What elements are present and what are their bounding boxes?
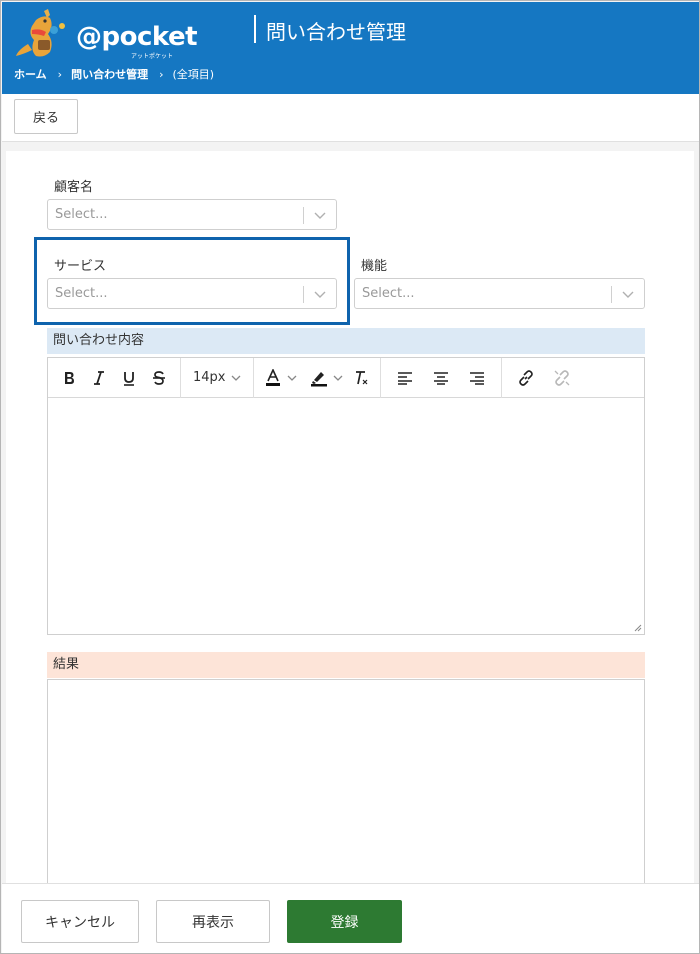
select-separator — [611, 286, 612, 303]
breadcrumb-inquiry[interactable]: 問い合わせ管理 — [71, 66, 148, 82]
breadcrumb: ホーム › 問い合わせ管理 › (全項目) — [14, 66, 214, 82]
app-frame: @pocket アットポケット 問い合わせ管理 ホーム › 問い合わせ管理 › … — [0, 0, 700, 954]
link-group — [502, 358, 586, 398]
logo-subtext: アットポケット — [131, 53, 174, 60]
font-size-group: 14px — [181, 357, 254, 398]
kangaroo-logo-icon — [16, 9, 65, 57]
feature-label: 機能 — [361, 259, 388, 274]
chevron-down-icon — [231, 375, 240, 381]
select-separator — [303, 207, 304, 224]
breadcrumb-separator: › — [159, 67, 164, 81]
redisplay-button[interactable]: 再表示 — [156, 900, 270, 943]
font-color-icon[interactable] — [260, 363, 286, 393]
inquiry-form: 顧客名 Select... サービス Select... 機能 Select..… — [6, 151, 694, 883]
inquiry-rich-text-editor: 14px — [47, 357, 645, 635]
chevron-down-icon[interactable] — [313, 209, 327, 221]
unlink-icon[interactable] — [544, 363, 580, 393]
logo-text: @pocket — [76, 22, 198, 52]
header-divider — [254, 15, 256, 43]
resize-handle-icon[interactable] — [632, 622, 642, 632]
breadcrumb-current: (全項目) — [172, 68, 215, 81]
select-separator — [303, 286, 304, 303]
service-placeholder: Select... — [55, 286, 108, 301]
app-header: @pocket アットポケット 問い合わせ管理 ホーム › 問い合わせ管理 › … — [2, 2, 699, 94]
customer-placeholder: Select... — [55, 207, 108, 222]
link-icon[interactable] — [508, 363, 544, 393]
chevron-down-icon[interactable] — [286, 374, 298, 382]
register-button[interactable]: 登録 — [287, 900, 402, 943]
app-logo[interactable]: @pocket アットポケット — [14, 6, 198, 62]
align-left-icon[interactable] — [387, 363, 423, 393]
inquiry-editor-content[interactable] — [48, 399, 644, 634]
bold-icon[interactable] — [54, 363, 84, 393]
editor-toolbar: 14px — [48, 357, 644, 398]
inquiry-section-header: 問い合わせ内容 — [47, 328, 645, 354]
chevron-down-icon[interactable] — [621, 288, 635, 300]
font-size-dropdown[interactable]: 14px — [187, 370, 247, 385]
clear-format-icon[interactable] — [348, 363, 374, 393]
breadcrumb-separator: › — [57, 67, 63, 81]
color-group — [254, 357, 381, 398]
highlighter-icon[interactable] — [306, 363, 332, 393]
back-button[interactable]: 戻る — [14, 99, 78, 134]
feature-placeholder: Select... — [362, 286, 415, 301]
chevron-down-icon[interactable] — [332, 374, 344, 382]
chevron-down-icon[interactable] — [313, 288, 327, 300]
breadcrumb-home[interactable]: ホーム — [14, 66, 47, 82]
align-right-icon[interactable] — [459, 363, 495, 393]
customer-label: 顧客名 — [54, 180, 94, 195]
underline-icon[interactable] — [114, 363, 144, 393]
service-select[interactable]: Select... — [47, 278, 337, 309]
service-label: サービス — [54, 259, 107, 274]
alignment-group — [381, 357, 502, 398]
customer-select[interactable]: Select... — [47, 199, 337, 230]
action-bar: 戻る — [2, 94, 699, 142]
align-center-icon[interactable] — [423, 363, 459, 393]
cancel-button[interactable]: キャンセル — [21, 900, 139, 943]
page-title: 問い合わせ管理 — [266, 20, 406, 44]
font-size-value: 14px — [193, 370, 226, 385]
feature-select[interactable]: Select... — [354, 278, 645, 309]
result-section-header: 結果 — [47, 652, 645, 678]
footer-action-bar: キャンセル 再表示 登録 — [2, 883, 699, 953]
text-style-group — [48, 357, 181, 398]
strikethrough-icon[interactable] — [144, 363, 174, 393]
italic-icon[interactable] — [84, 363, 114, 393]
result-text-area[interactable] — [47, 679, 645, 883]
